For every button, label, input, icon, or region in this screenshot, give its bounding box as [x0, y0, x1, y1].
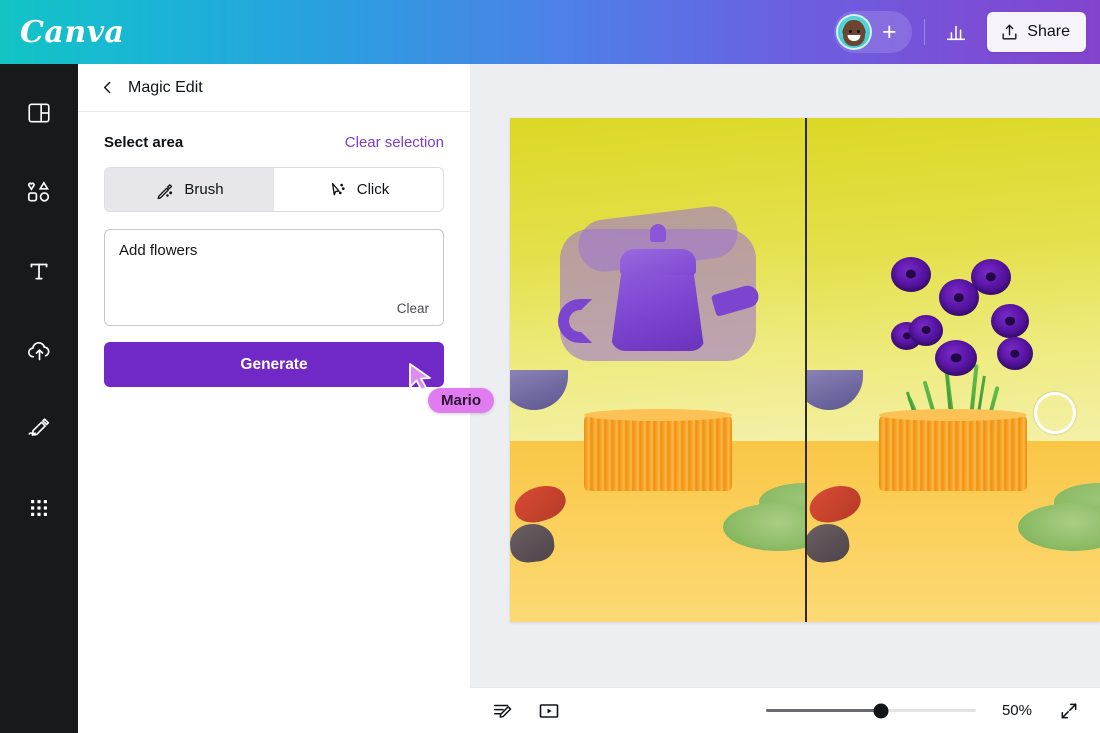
panel-body: Select area Clear selection Brush [78, 112, 470, 387]
scene-after [806, 118, 1100, 622]
prompt-input[interactable]: Add flowers Clear [104, 229, 444, 326]
teapot-knob [650, 224, 666, 242]
clear-selection-link[interactable]: Clear selection [345, 134, 444, 151]
clear-prompt-button[interactable]: Clear [397, 301, 429, 316]
sidebar-item-apps[interactable] [11, 477, 67, 539]
shapes-icon [26, 179, 52, 205]
sidebar-item-draw[interactable] [11, 398, 67, 460]
upload-share-icon [1000, 23, 1019, 42]
design-canvas-area[interactable] [470, 64, 1100, 687]
orange-pedestal [879, 415, 1027, 491]
flower-bloom [997, 337, 1033, 370]
avatar-face [843, 20, 865, 46]
top-bar: Canva + [0, 0, 1100, 64]
bar-chart-icon[interactable] [937, 13, 975, 51]
pen-draw-icon [26, 416, 52, 442]
share-label: Share [1027, 23, 1070, 41]
prompt-value: Add flowers [119, 242, 429, 259]
image-before[interactable] [510, 118, 805, 622]
zoom-level-label: 50% [1002, 702, 1032, 719]
flower-bloom [935, 340, 977, 376]
collaborators-group: + [834, 11, 912, 53]
scene-before [510, 118, 805, 622]
design-page[interactable] [510, 118, 1100, 622]
canva-logo[interactable]: Canva [20, 15, 125, 50]
sidebar-item-uploads[interactable] [11, 319, 67, 381]
tab-brush-label: Brush [184, 181, 223, 198]
topbar-right-controls: + Share [834, 10, 1086, 54]
layout-panel-icon [26, 100, 52, 126]
fullscreen-expand-icon[interactable] [1054, 696, 1084, 726]
before-after-divider [805, 118, 807, 622]
tab-brush[interactable]: Brush [105, 168, 274, 211]
flower-bloom [971, 259, 1011, 295]
sidebar-item-design[interactable] [11, 82, 67, 144]
tab-click-label: Click [357, 181, 390, 198]
text-t-icon [26, 258, 52, 284]
notes-pen-icon[interactable] [486, 694, 520, 728]
sidebar-item-elements[interactable] [11, 161, 67, 223]
select-area-row: Select area Clear selection [104, 134, 444, 151]
canva-editor: Canva + [0, 0, 1100, 733]
left-rail [0, 64, 78, 733]
orange-pedestal [584, 415, 732, 491]
page-title: Magic Edit [128, 79, 203, 97]
magic-brush-icon [155, 180, 175, 200]
zoom-controls: 50% [766, 702, 1032, 719]
zoom-slider-fill [766, 709, 882, 712]
zoom-slider[interactable] [766, 709, 976, 712]
add-collaborator-button[interactable]: + [876, 20, 902, 45]
image-after[interactable] [806, 118, 1100, 622]
topbar-divider [924, 19, 925, 45]
avatar[interactable] [836, 14, 872, 50]
present-play-icon[interactable] [532, 694, 566, 728]
flower-bloom [909, 315, 943, 346]
select-area-label: Select area [104, 134, 183, 151]
selection-mode-toggle: Brush Click [104, 167, 444, 212]
sidebar-item-text[interactable] [11, 240, 67, 302]
cloud-upload-icon [26, 337, 53, 364]
chevron-left-icon[interactable] [96, 77, 118, 99]
panel-header: Magic Edit [78, 64, 470, 112]
zoom-slider-thumb[interactable] [874, 703, 889, 718]
flower-bloom [891, 257, 931, 292]
teapot-body [611, 269, 705, 351]
tab-click[interactable]: Click [274, 168, 443, 211]
share-button[interactable]: Share [987, 12, 1086, 52]
cursor-click-icon [328, 180, 348, 200]
generate-button[interactable]: Generate [104, 342, 444, 387]
magic-edit-panel: Magic Edit Select area Clear selection B… [78, 64, 470, 733]
teapot-lid [620, 249, 696, 275]
bottom-toolbar: 50% [470, 687, 1100, 733]
grid-dots-icon [27, 496, 51, 520]
brush-size-cursor [1034, 392, 1076, 434]
